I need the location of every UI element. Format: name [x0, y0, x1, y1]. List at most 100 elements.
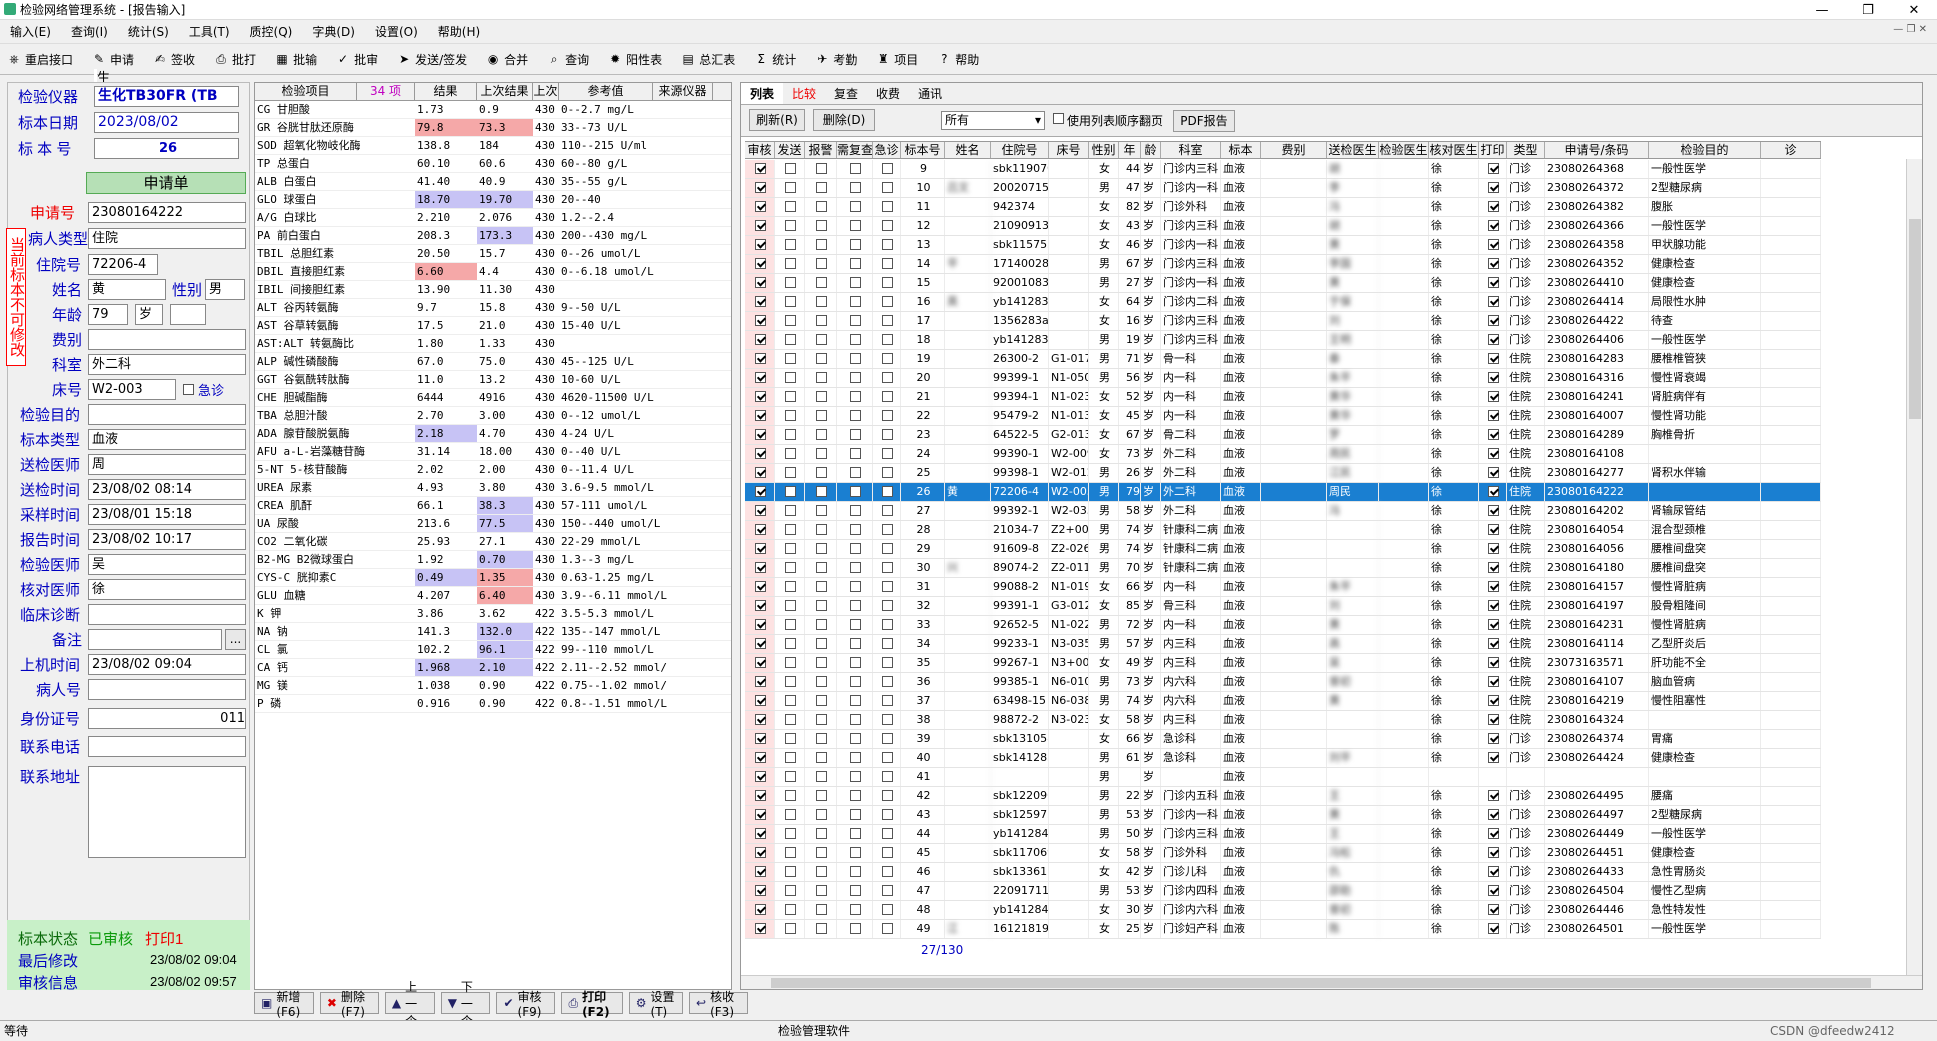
print-checkbox[interactable] [1488, 182, 1499, 193]
check-cell[interactable] [805, 863, 837, 881]
row-checkbox[interactable] [755, 505, 766, 516]
result-value[interactable]: 41.40 [415, 173, 477, 190]
table-row[interactable]: 2799392-1W2-035男58岁外二科血液冯徐住院23080164202肾… [745, 502, 1821, 521]
result-value[interactable]: 4.93 [415, 479, 477, 496]
rtime-field[interactable]: 23/08/02 10:17 [88, 529, 246, 550]
table-row[interactable]: 21 99394-1 N1-023 女 52 岁内一科 血液 黄华徐住院 23080164241… [745, 388, 1821, 407]
result-value[interactable]: 0.916 [415, 695, 477, 712]
row-checkbox[interactable] [785, 277, 796, 288]
result-value[interactable]: 1.038 [415, 677, 477, 694]
check-cell[interactable] [745, 920, 775, 938]
row-checkbox[interactable] [882, 543, 893, 554]
check-cell[interactable] [805, 635, 837, 653]
check-cell[interactable] [775, 483, 805, 501]
result-row[interactable]: A/G 白球比 2.210 2.076 430 1.2--2.4 [255, 209, 731, 227]
check-cell[interactable] [873, 768, 901, 786]
result-value[interactable]: 13.90 [415, 281, 477, 298]
result-header-6[interactable]: 来源仪器 [653, 83, 713, 100]
result-value[interactable]: 0.49 [415, 569, 477, 586]
check-cell[interactable] [873, 730, 901, 748]
row-checkbox[interactable] [816, 695, 827, 706]
row-checkbox[interactable] [785, 524, 796, 535]
check-cell[interactable] [805, 559, 837, 577]
table-row[interactable]: 32 99391-1 G3-012 女 85 岁骨三科 血液刘徐住院 23080164197 股… [745, 597, 1821, 616]
row-checkbox[interactable] [816, 733, 827, 744]
table-row[interactable]: 20 99399-1 N1-050 男 56 岁内一科 血液 朱平徐住院 23080164316… [745, 369, 1821, 388]
grid-col-0[interactable]: 审核 [745, 142, 775, 158]
result-value[interactable]: 6.60 [415, 263, 477, 280]
row-checkbox[interactable] [882, 163, 893, 174]
check-cell[interactable] [745, 274, 775, 292]
check-cell[interactable] [775, 863, 805, 881]
row-checkbox[interactable] [755, 353, 766, 364]
check-cell[interactable] [873, 483, 901, 501]
result-value[interactable]: 17.5 [415, 317, 477, 334]
result-value[interactable]: 6444 [415, 389, 477, 406]
check-cell[interactable] [745, 483, 775, 501]
check-cell[interactable] [805, 578, 837, 596]
row-checkbox[interactable] [850, 163, 861, 174]
row-checkbox[interactable] [850, 885, 861, 896]
mdi-controls[interactable]: — ❐ ✕ [1893, 24, 1927, 35]
menu-item-6[interactable]: 设置(O) [365, 23, 428, 40]
purpose-field[interactable] [88, 404, 246, 425]
row-checkbox[interactable] [882, 752, 893, 763]
check-cell[interactable] [837, 635, 873, 653]
row-checkbox[interactable] [755, 258, 766, 269]
check-cell[interactable] [873, 236, 901, 254]
check-cell[interactable] [745, 730, 775, 748]
check-cell[interactable] [837, 331, 873, 349]
print-cell[interactable] [1479, 540, 1507, 558]
table-row[interactable]: 45 sbk117069 女 58 岁门诊外科 血液 冯松徐门诊 23080264451 健康检… [745, 844, 1821, 863]
row-checkbox[interactable] [882, 866, 893, 877]
diag-field[interactable] [88, 604, 246, 625]
check-cell[interactable] [805, 426, 837, 444]
result-value[interactable]: 1.92 [415, 551, 477, 568]
check-cell[interactable] [805, 597, 837, 615]
row-checkbox[interactable] [755, 657, 766, 668]
result-row[interactable]: AST 谷草转氨酶 17.5 21.0 430 15-40 U/L [255, 317, 731, 335]
bottom-button-7[interactable]: ↩ 核收(F3) [689, 990, 749, 1019]
check-cell[interactable] [873, 882, 901, 900]
row-checkbox[interactable] [850, 505, 861, 516]
print-checkbox[interactable] [1488, 372, 1499, 383]
check-cell[interactable] [775, 540, 805, 558]
grid-col-5[interactable]: 标本号 [901, 142, 945, 158]
result-row[interactable]: CG 甘胆酸 1.73 0.9 430 0--2.7 mg/L [255, 101, 731, 119]
check-cell[interactable] [837, 179, 873, 197]
check-cell[interactable] [745, 464, 775, 482]
result-row[interactable]: NA 钠 141.3 132.0 422 135--147 mmol/L [255, 623, 731, 641]
row-checkbox[interactable] [882, 315, 893, 326]
row-checkbox[interactable] [882, 581, 893, 592]
check-cell[interactable] [805, 787, 837, 805]
table-row[interactable]: 44yb1412849男50岁门诊内三科血液王徐门诊23080264449一般性… [745, 825, 1821, 844]
row-checkbox[interactable] [882, 391, 893, 402]
check-cell[interactable] [745, 293, 775, 311]
check-cell[interactable] [837, 654, 873, 672]
row-checkbox[interactable] [785, 638, 796, 649]
age-unit-field[interactable]: 岁 [135, 304, 163, 325]
result-row[interactable]: CL 氯 102.2 96.1 422 99--110 mmol/L [255, 641, 731, 659]
grid-col-2[interactable]: 报警 [805, 142, 837, 158]
row-checkbox[interactable] [816, 334, 827, 345]
result-row[interactable]: IBIL 间接胆红素 13.90 11.30 430 [255, 281, 731, 299]
row-checkbox[interactable] [755, 410, 766, 421]
row-checkbox[interactable] [850, 752, 861, 763]
result-row[interactable]: AFU a-L-岩藻糖苷酶 31.14 18.00 430 0--40 U/L [255, 443, 731, 461]
toolbar-button-12[interactable]: ✈ 考勤 [808, 46, 863, 72]
print-checkbox[interactable] [1488, 334, 1499, 345]
row-checkbox[interactable] [882, 486, 893, 497]
result-row[interactable]: TP 总蛋白 60.10 60.6 430 60--80 g/L [255, 155, 731, 173]
row-checkbox[interactable] [755, 163, 766, 174]
check-cell[interactable] [775, 806, 805, 824]
row-checkbox[interactable] [755, 524, 766, 535]
check-cell[interactable] [805, 692, 837, 710]
row-checkbox[interactable] [882, 372, 893, 383]
check-cell[interactable] [837, 521, 873, 539]
print-cell[interactable] [1479, 597, 1507, 615]
print-cell[interactable] [1479, 768, 1507, 786]
result-value[interactable]: 1.968 [415, 659, 477, 676]
check-cell[interactable] [805, 730, 837, 748]
print-checkbox[interactable] [1488, 619, 1499, 630]
row-checkbox[interactable] [850, 904, 861, 915]
